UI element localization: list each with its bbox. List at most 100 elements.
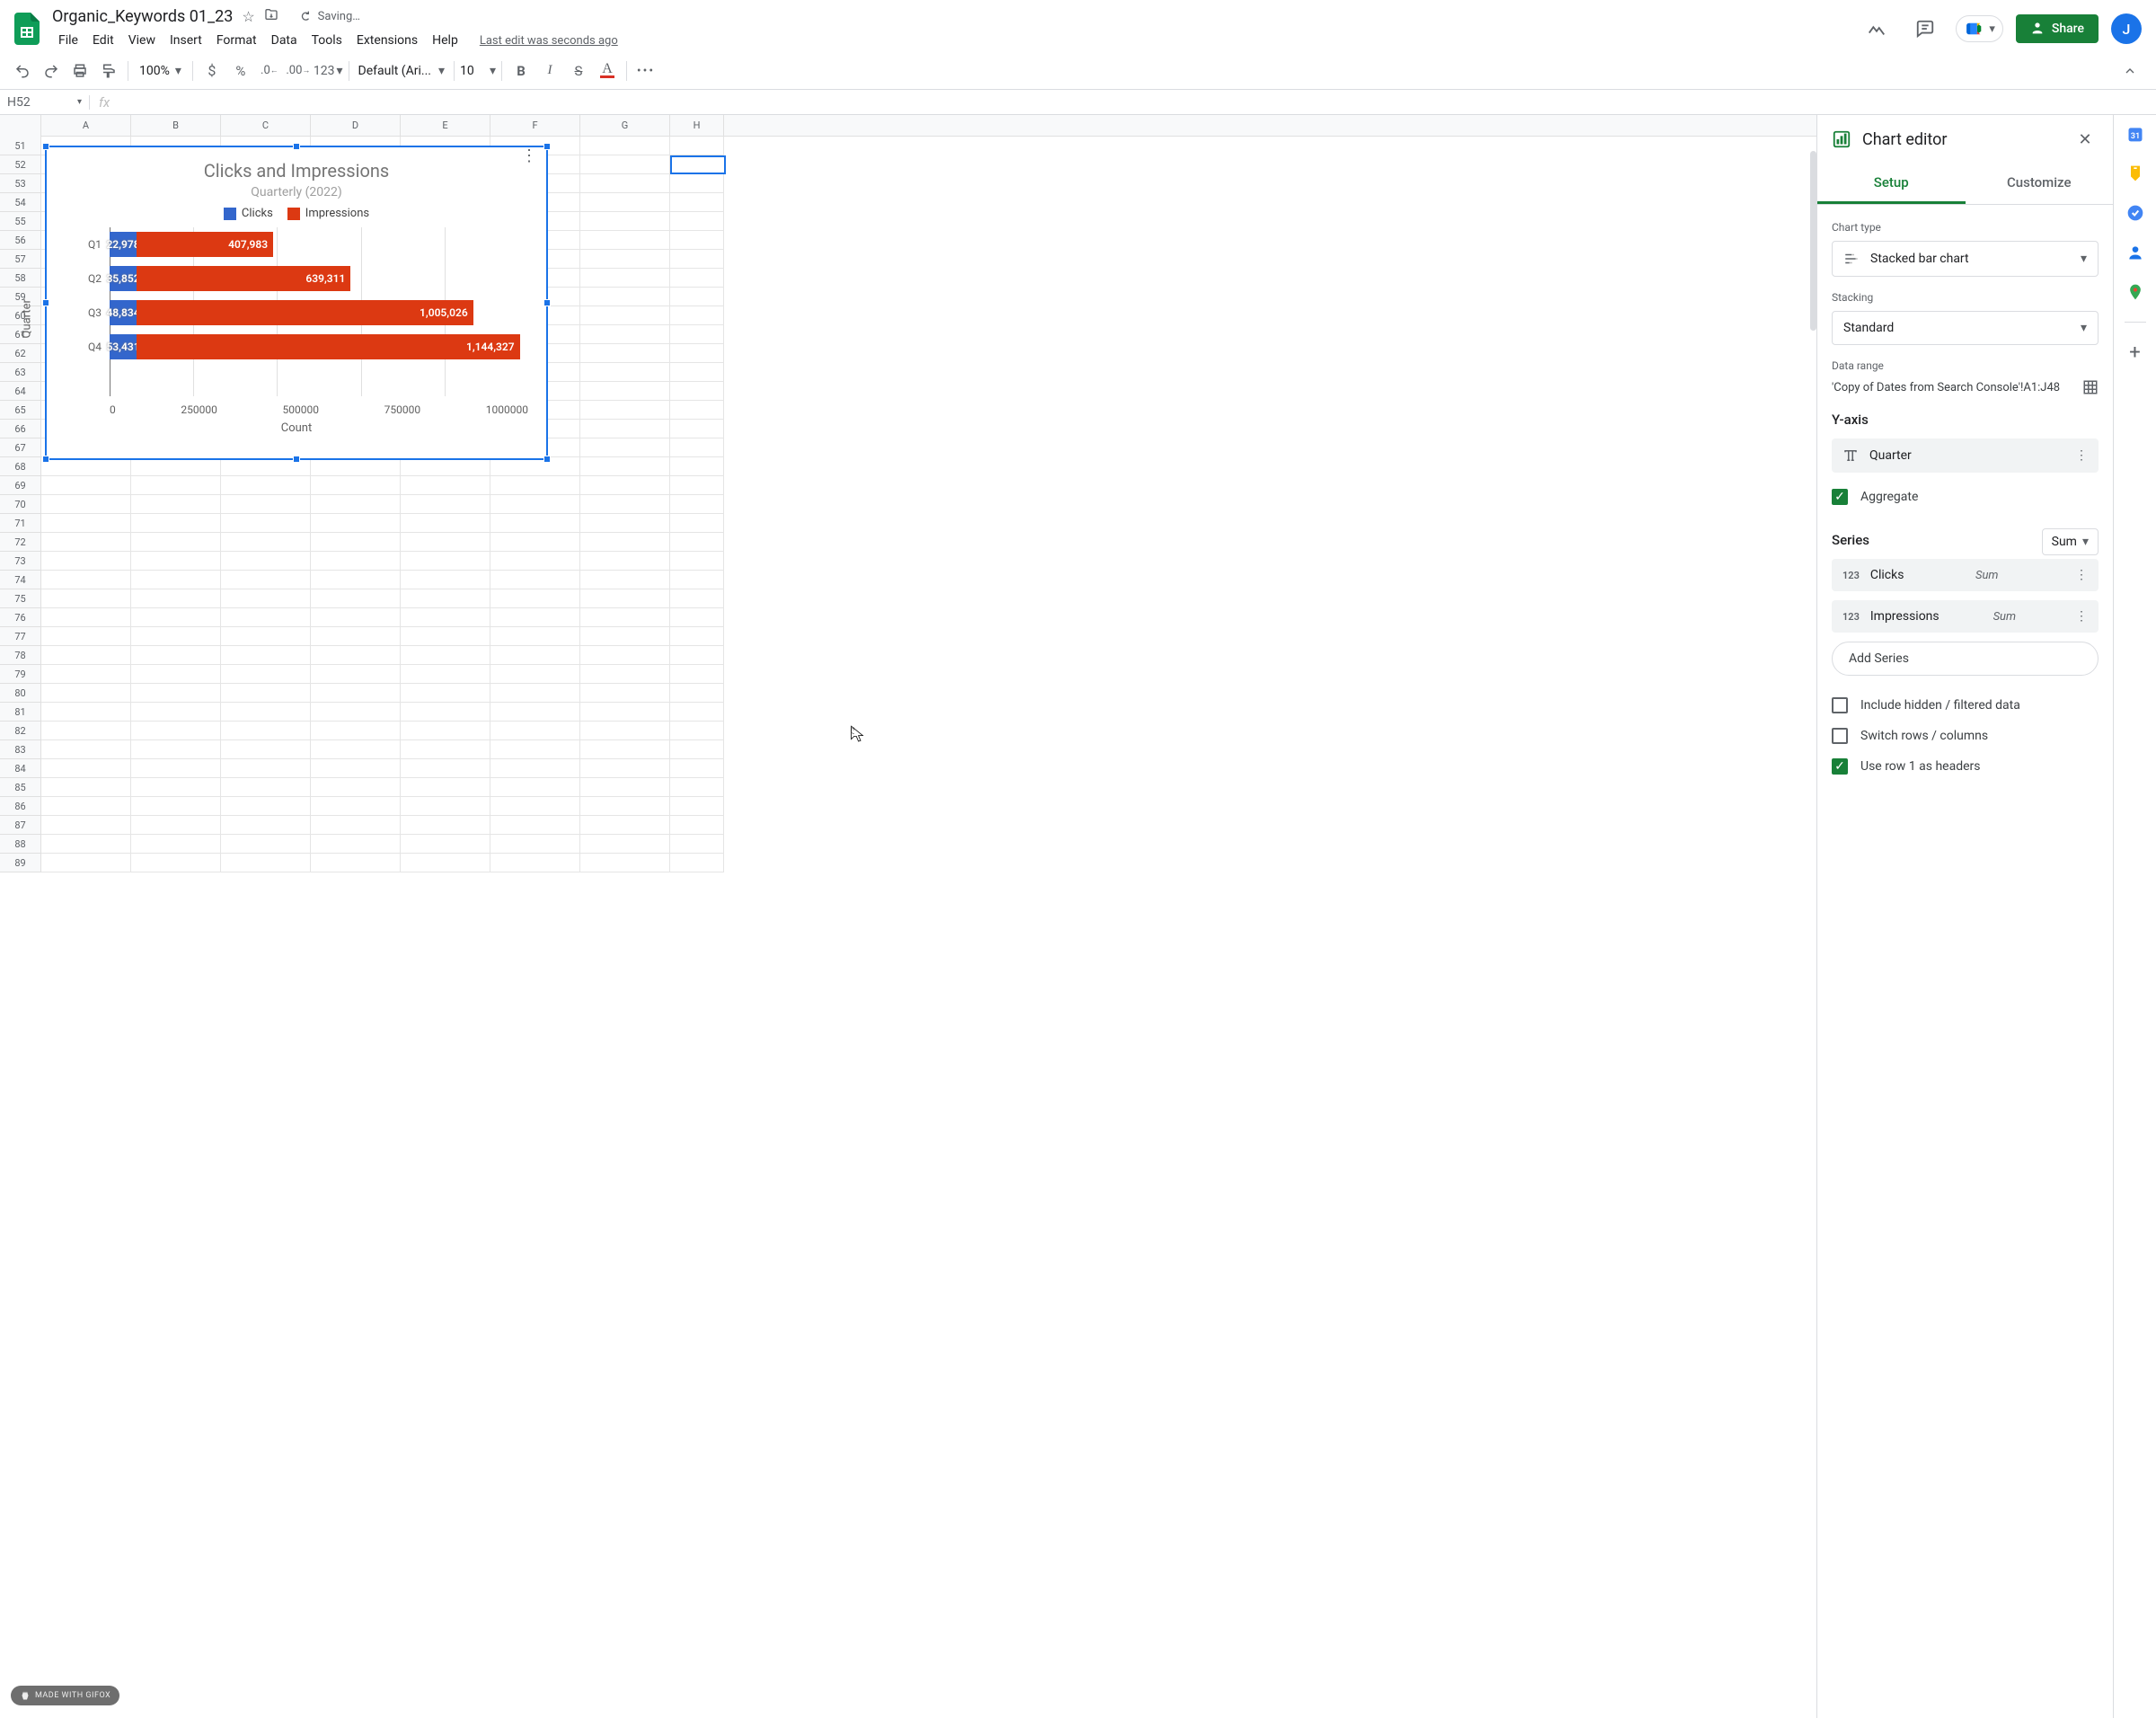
cell[interactable]	[670, 137, 724, 155]
cell[interactable]	[580, 797, 670, 816]
cell[interactable]	[580, 571, 670, 589]
cell[interactable]	[311, 740, 401, 759]
doc-title[interactable]: Organic_Keywords 01_23	[52, 7, 233, 26]
cell[interactable]	[401, 457, 490, 476]
cell[interactable]	[401, 608, 490, 627]
cell[interactable]	[311, 627, 401, 646]
cell[interactable]	[41, 797, 131, 816]
cell[interactable]	[670, 684, 724, 703]
cell[interactable]	[580, 854, 670, 872]
cell[interactable]	[401, 854, 490, 872]
switch-rows-checkbox[interactable]	[1832, 728, 1848, 744]
cell[interactable]	[670, 589, 724, 608]
meet-button[interactable]: ▾	[1956, 15, 2003, 42]
cell[interactable]	[131, 457, 221, 476]
cell[interactable]	[490, 835, 580, 854]
cell[interactable]	[670, 250, 724, 269]
cell[interactable]	[580, 231, 670, 250]
cell[interactable]	[131, 608, 221, 627]
cell[interactable]	[670, 722, 724, 740]
activity-icon[interactable]	[1859, 11, 1895, 47]
cell[interactable]	[131, 514, 221, 533]
cell[interactable]	[41, 665, 131, 684]
stacking-select[interactable]: Standard ▾	[1832, 311, 2099, 345]
row-header[interactable]: 64	[0, 382, 41, 401]
cell[interactable]	[670, 457, 724, 476]
row-header[interactable]: 80	[0, 684, 41, 703]
currency-button[interactable]: $	[199, 58, 225, 84]
cell[interactable]	[131, 797, 221, 816]
cell[interactable]	[131, 571, 221, 589]
aggregate-checkbox[interactable]: ✓	[1832, 489, 1848, 505]
cell[interactable]	[580, 778, 670, 797]
cell[interactable]	[670, 533, 724, 552]
cell[interactable]	[41, 759, 131, 778]
cell[interactable]	[670, 854, 724, 872]
row-header[interactable]: 54	[0, 193, 41, 212]
redo-button[interactable]	[38, 58, 65, 84]
cell[interactable]	[41, 627, 131, 646]
cell[interactable]	[221, 533, 311, 552]
col-header[interactable]: H	[670, 115, 724, 136]
cell[interactable]	[490, 797, 580, 816]
print-button[interactable]	[66, 58, 93, 84]
cell[interactable]	[670, 797, 724, 816]
cell[interactable]	[131, 854, 221, 872]
cell[interactable]	[41, 703, 131, 722]
cell[interactable]	[490, 495, 580, 514]
menu-file[interactable]: File	[52, 30, 84, 51]
cell[interactable]	[490, 457, 580, 476]
yaxis-more-icon[interactable]: ⋮	[2075, 448, 2088, 463]
cell[interactable]	[401, 552, 490, 571]
cell[interactable]	[670, 269, 724, 288]
menu-format[interactable]: Format	[210, 30, 263, 51]
cell[interactable]	[131, 740, 221, 759]
cell[interactable]	[580, 174, 670, 193]
cell[interactable]	[41, 476, 131, 495]
cell[interactable]	[221, 778, 311, 797]
paint-format-button[interactable]	[95, 58, 122, 84]
increase-decimal-button[interactable]: .00→	[285, 58, 312, 84]
cell[interactable]	[131, 684, 221, 703]
cell[interactable]	[670, 608, 724, 627]
row-header[interactable]: 70	[0, 495, 41, 514]
cell[interactable]	[311, 665, 401, 684]
cell[interactable]	[490, 608, 580, 627]
cell[interactable]	[490, 589, 580, 608]
cell[interactable]	[131, 646, 221, 665]
cell[interactable]	[580, 438, 670, 457]
cell[interactable]	[401, 571, 490, 589]
row-header[interactable]: 65	[0, 401, 41, 420]
data-range-value[interactable]: 'Copy of Dates from Search Console'!A1:J…	[1832, 381, 2060, 394]
cell[interactable]	[580, 740, 670, 759]
cell[interactable]	[41, 608, 131, 627]
cell[interactable]	[580, 646, 670, 665]
cell[interactable]	[580, 306, 670, 325]
row-header[interactable]: 88	[0, 835, 41, 854]
cell[interactable]	[221, 835, 311, 854]
row-header[interactable]: 66	[0, 420, 41, 438]
maps-icon[interactable]	[2125, 282, 2145, 302]
row-header[interactable]: 74	[0, 571, 41, 589]
chart-type-select[interactable]: Stacked bar chart ▾	[1832, 241, 2099, 277]
col-header[interactable]: D	[311, 115, 401, 136]
cell[interactable]	[311, 759, 401, 778]
cell[interactable]	[670, 778, 724, 797]
cell[interactable]	[580, 193, 670, 212]
row-header[interactable]: 87	[0, 816, 41, 835]
cell[interactable]	[221, 646, 311, 665]
col-header[interactable]: C	[221, 115, 311, 136]
cell[interactable]	[580, 288, 670, 306]
cell[interactable]	[670, 646, 724, 665]
cell[interactable]	[311, 476, 401, 495]
menu-insert[interactable]: Insert	[163, 30, 208, 51]
cell[interactable]	[580, 269, 670, 288]
cell[interactable]	[580, 382, 670, 401]
cell[interactable]	[41, 722, 131, 740]
cell[interactable]	[401, 740, 490, 759]
cell[interactable]	[670, 212, 724, 231]
cell[interactable]	[490, 533, 580, 552]
last-edit-link[interactable]: Last edit was seconds ago	[473, 31, 624, 51]
row-header[interactable]: 51	[0, 137, 41, 155]
cell[interactable]	[580, 759, 670, 778]
